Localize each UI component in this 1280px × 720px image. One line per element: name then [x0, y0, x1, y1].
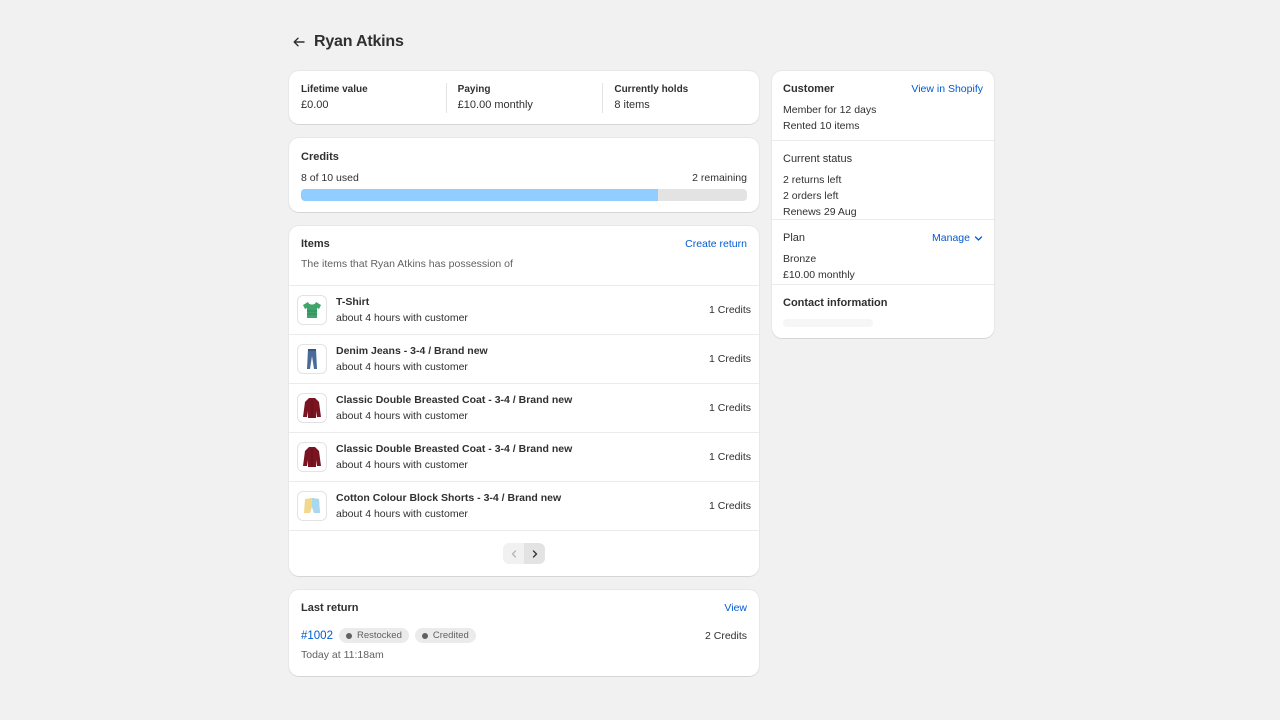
items-subtitle: The items that Ryan Atkins has possessio… [301, 258, 513, 270]
list-item[interactable]: T-Shirt about 4 hours with customer 1 Cr… [289, 286, 759, 335]
items-card: Items Create return The items that Ryan … [289, 226, 759, 576]
item-name: Denim Jeans - 3-4 / Brand new [336, 345, 488, 357]
item-duration: about 4 hours with customer [336, 410, 468, 422]
contact-title: Contact information [783, 297, 888, 309]
stat-lifetime-value: Lifetime value £0.00 [289, 71, 446, 124]
create-return-link[interactable]: Create return [685, 238, 747, 250]
stat-currently-holds: Currently holds 8 items [602, 71, 759, 124]
stat-value: £0.00 [301, 99, 329, 111]
status-badge-credited: Credited [414, 628, 476, 643]
item-name: T-Shirt [336, 296, 370, 308]
current-status-title: Current status [783, 153, 853, 165]
next-page-button[interactable] [524, 543, 545, 564]
stat-value: 8 items [614, 99, 650, 111]
renewal-date: Renews 29 Aug [783, 206, 857, 218]
coat-icon [297, 393, 327, 423]
item-credits: 1 Credits [708, 304, 751, 316]
contact-section: Contact information [772, 285, 994, 338]
list-item[interactable]: Classic Double Breasted Coat - 3-4 / Bra… [289, 433, 759, 482]
badge-label: Credited [432, 630, 469, 641]
contact-placeholder [783, 319, 873, 327]
back-arrow-icon[interactable] [292, 35, 306, 49]
stat-paying: Paying £10.00 monthly [445, 71, 603, 124]
item-credits: 1 Credits [708, 451, 751, 463]
previous-page-button[interactable] [503, 543, 524, 564]
list-item[interactable]: Denim Jeans - 3-4 / Brand new about 4 ho… [289, 335, 759, 384]
order-number-link[interactable]: #1002 [301, 630, 333, 642]
item-duration: about 4 hours with customer [336, 312, 468, 324]
item-duration: about 4 hours with customer [336, 508, 468, 520]
orders-left: 2 orders left [783, 190, 839, 202]
customer-title: Customer [783, 83, 835, 95]
plan-price: £10.00 monthly [783, 269, 855, 281]
chevron-right-icon [532, 549, 537, 558]
credits-card: Credits 8 of 10 used 2 remaining [289, 138, 759, 212]
manage-label: Manage [932, 232, 970, 244]
list-item[interactable]: Cotton Colour Block Shorts - 3-4 / Brand… [289, 482, 759, 531]
credits-used: 8 of 10 used [301, 172, 359, 184]
item-name: Classic Double Breasted Coat - 3-4 / Bra… [336, 394, 573, 406]
stats-card: Lifetime value £0.00 Paying £10.00 month… [289, 71, 759, 124]
item-duration: about 4 hours with customer [336, 361, 468, 373]
manage-plan-button[interactable]: Manage [932, 232, 983, 244]
credits-progress-fill [301, 189, 658, 201]
last-return-title: Last return [301, 602, 359, 614]
shorts-icon [297, 491, 327, 521]
status-badge-restocked: Restocked [338, 628, 409, 643]
page-header: Ryan Atkins [292, 30, 404, 54]
item-credits: 1 Credits [708, 353, 751, 365]
coat-icon [297, 442, 327, 472]
status-dot-icon [421, 632, 428, 639]
return-time: Today at 11:18am [301, 649, 384, 661]
item-credits: 1 Credits [708, 500, 751, 512]
item-credits: 1 Credits [708, 402, 751, 414]
view-in-shopify-link[interactable]: View in Shopify [911, 83, 983, 95]
jeans-icon [297, 344, 327, 374]
item-name: Cotton Colour Block Shorts - 3-4 / Brand… [336, 492, 562, 504]
item-name: Classic Double Breasted Coat - 3-4 / Bra… [336, 443, 573, 455]
credits-title: Credits [301, 151, 339, 163]
stat-value: £10.00 monthly [457, 99, 533, 111]
customer-section: Customer View in Shopify Member for 12 d… [772, 71, 994, 141]
member-duration: Member for 12 days [783, 104, 877, 116]
stat-label: Lifetime value [301, 84, 368, 95]
return-credits: 2 Credits [704, 629, 747, 642]
plan-section: Plan Manage Bronze £10.00 monthly [772, 220, 994, 285]
returns-left: 2 returns left [783, 174, 842, 186]
view-return-link[interactable]: View [724, 602, 747, 614]
plan-name-link[interactable]: Bronze [783, 253, 983, 265]
plan-title: Plan [783, 232, 806, 244]
list-item[interactable]: Classic Double Breasted Coat - 3-4 / Bra… [289, 384, 759, 433]
customer-sidebar: Customer View in Shopify Member for 12 d… [772, 71, 994, 338]
pagination [289, 531, 759, 564]
items-title: Items [301, 238, 330, 250]
stat-label: Currently holds [614, 84, 689, 95]
credits-remaining: 2 remaining [692, 172, 747, 184]
rented-count: Rented 10 items [783, 120, 860, 132]
tshirt-icon [297, 295, 327, 325]
status-dot-icon [345, 632, 352, 639]
chevron-left-icon [511, 549, 516, 558]
credits-progress-bar [301, 189, 747, 201]
chevron-down-icon [974, 235, 983, 241]
last-return-card: Last return View #1002 Restocked Credite… [289, 590, 759, 676]
item-duration: about 4 hours with customer [336, 459, 468, 471]
page-title: Ryan Atkins [314, 33, 404, 50]
current-status-section: Current status 2 returns left 2 orders l… [772, 141, 994, 220]
stat-label: Paying [457, 84, 491, 95]
badge-label: Restocked [356, 630, 402, 641]
